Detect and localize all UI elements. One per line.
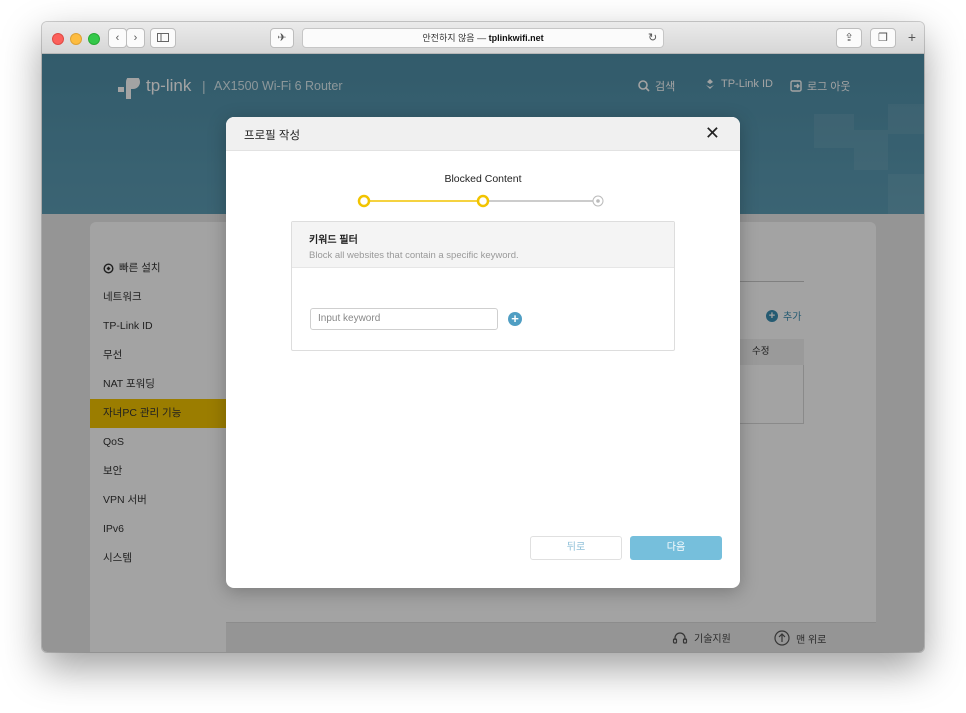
zoom-window-button[interactable] xyxy=(88,33,100,45)
share-button[interactable]: ⇪ xyxy=(836,28,862,48)
keyword-filter-card: 키워드 필터 Block all websites that contain a… xyxy=(291,221,675,351)
minimize-window-button[interactable] xyxy=(70,33,82,45)
card-description: Block all websites that contain a specif… xyxy=(309,250,519,261)
keyword-input[interactable]: Input keyword xyxy=(310,308,498,330)
plus-icon: + xyxy=(907,29,917,45)
next-button[interactable]: 다음 xyxy=(630,536,722,560)
chevron-left-icon: ‹ xyxy=(115,32,120,44)
forward-button[interactable]: › xyxy=(126,28,145,48)
extension-button[interactable]: ✈ xyxy=(270,28,294,48)
sidebar-toggle-button[interactable] xyxy=(150,28,176,48)
sidebar-icon xyxy=(157,33,169,42)
add-keyword-icon[interactable]: + xyxy=(508,312,522,326)
bird-icon: ✈ xyxy=(277,32,287,44)
address-bar[interactable]: 안전하지 않음 — tplinkwifi.net xyxy=(302,28,664,48)
browser-window: ‹ › ✈ 안전하지 않음 — tplinkwifi.net ↻ ⇪ ❐ + t… xyxy=(42,22,924,652)
page-content: tp-link | AX1500 Wi-Fi 6 Router 검색 TP-Li… xyxy=(42,54,924,652)
url-domain: tplinkwifi.net xyxy=(488,33,544,43)
dialog-title: 프로필 작성 xyxy=(244,130,301,142)
back-button[interactable]: ‹ xyxy=(108,28,127,48)
security-warning: 안전하지 않음 — xyxy=(422,33,487,43)
step-2-dot xyxy=(476,194,490,208)
tabs-button[interactable]: ❐ xyxy=(870,28,896,48)
step-1-dot xyxy=(357,194,371,208)
chevron-right-icon: › xyxy=(133,32,138,44)
step-3-center xyxy=(596,199,600,203)
browser-toolbar: ‹ › ✈ 안전하지 않음 — tplinkwifi.net ↻ ⇪ ❐ + xyxy=(42,22,924,54)
reload-icon[interactable]: ↻ xyxy=(648,31,657,44)
back-button[interactable]: 뒤로 xyxy=(530,536,622,560)
close-window-button[interactable] xyxy=(52,33,64,45)
new-tab-button[interactable]: + xyxy=(902,28,922,48)
tabs-icon: ❐ xyxy=(878,32,888,44)
step-label: Blocked Content xyxy=(444,173,522,185)
card-title: 키워드 필터 xyxy=(309,235,358,246)
dialog-header: 프로필 작성 ✕ xyxy=(226,117,740,151)
card-header: 키워드 필터 Block all websites that contain a… xyxy=(292,222,674,268)
create-profile-dialog: 프로필 작성 ✕ Blocked Content 키워드 필터 Block al… xyxy=(226,117,740,588)
close-icon[interactable]: ✕ xyxy=(705,123,720,144)
share-icon: ⇪ xyxy=(844,32,854,44)
progress-stepper xyxy=(357,194,604,208)
